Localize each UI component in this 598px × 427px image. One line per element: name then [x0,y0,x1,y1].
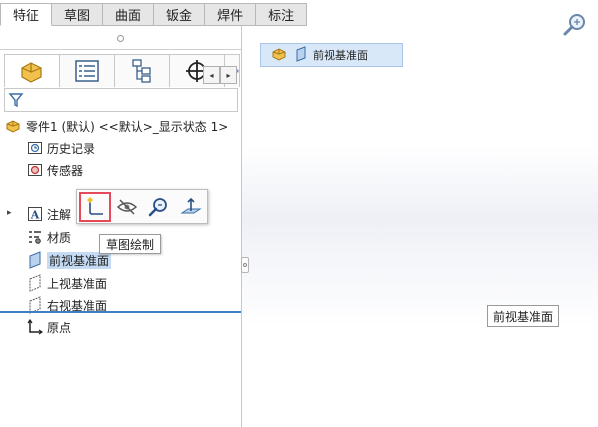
sketch-icon [87,196,103,215]
breadcrumb[interactable]: 前视基准面 [260,43,403,67]
tree-root-label: 零件1 (默认) <<默认>_显示状态 1> [26,119,229,134]
tree-item-label: 上视基准面 [47,276,108,291]
magnifier-icon [148,197,167,216]
tree-item-label: 原点 [47,320,72,335]
plane-label-front[interactable]: 前视基准面 [487,305,560,327]
hide-button[interactable] [111,192,143,222]
tab-surfaces[interactable]: 曲面 [103,3,155,26]
feature-manager-tab[interactable] [4,54,60,87]
plane-icon [26,274,44,292]
tab-markup[interactable]: 标注 [256,3,308,26]
property-manager-tab[interactable] [59,54,115,87]
tab-weldments[interactable]: 焊件 [205,3,257,26]
annotation-icon: A [26,205,44,223]
filter-icon [8,92,24,111]
feature-manager-icon [21,62,42,83]
panel-bottom-line [0,311,241,313]
tree-item-label: 材质 [47,230,72,245]
tab-scroll-left-button[interactable]: ◂ [203,66,220,84]
normal-to-icon [180,197,202,213]
tree-item-origin[interactable]: 原点 [26,317,71,337]
tree-item-label: 注解 [47,207,72,222]
sketch-button[interactable] [79,191,111,222]
tooltip-sketch: 草图绘制 [99,234,162,254]
sensor-icon [26,161,44,179]
splitter-handle[interactable] [241,257,249,273]
plane-icon [295,45,307,65]
panel-grip[interactable] [117,35,124,42]
history-icon [26,139,44,157]
tab-scroll-right-button[interactable]: ▸ [220,66,237,84]
tree-item-annotations[interactable]: A 注解 [26,204,71,224]
material-icon [26,228,44,246]
tree-root-part[interactable]: 零件1 (默认) <<默认>_显示状态 1> [5,116,228,136]
panel-separator [0,49,241,50]
tree-item-sensors[interactable]: 传感器 [26,160,83,180]
graphics-area[interactable] [242,26,598,427]
zoom-to-selection-button[interactable] [143,192,175,222]
svg-text:A: A [30,209,40,222]
part-icon [271,46,289,65]
context-toolbar [76,189,208,224]
tree-item-label: 前视基准面 [47,251,112,269]
tab-sketch[interactable]: 草图 [52,3,104,26]
tree-item-material[interactable]: 材质 [26,227,71,247]
tab-sheet-metal[interactable]: 钣金 [154,3,206,26]
configuration-manager-tab[interactable] [114,54,170,87]
panel-splitter[interactable] [241,26,242,427]
tree-item-top-plane[interactable]: 上视基准面 [26,273,107,293]
part-icon [5,117,23,135]
graphics-top-strip [334,0,598,26]
tree-item-label: 历史记录 [47,141,96,156]
tab-features[interactable]: 特征 [0,3,53,26]
breadcrumb-label: 前视基准面 [313,49,368,62]
zoom-to-fit-icon[interactable] [561,11,589,42]
eye-hidden-icon [116,198,138,215]
property-manager-icon [75,60,99,82]
tree-item-history[interactable]: 历史记录 [26,138,95,158]
expand-arrow-icon[interactable]: ▸ [7,208,12,218]
origin-icon [26,318,44,336]
feature-manager-panel: ◂ ▸ 零件1 (默认) <<默认>_显示状态 1> 历史记录 传感器 ▸ A … [0,26,241,427]
tree-item-label: 传感器 [47,163,84,178]
configuration-manager-icon [132,59,151,83]
tree-filter-input[interactable] [4,88,238,112]
plane-icon [26,251,44,269]
normal-to-button[interactable] [175,192,207,222]
